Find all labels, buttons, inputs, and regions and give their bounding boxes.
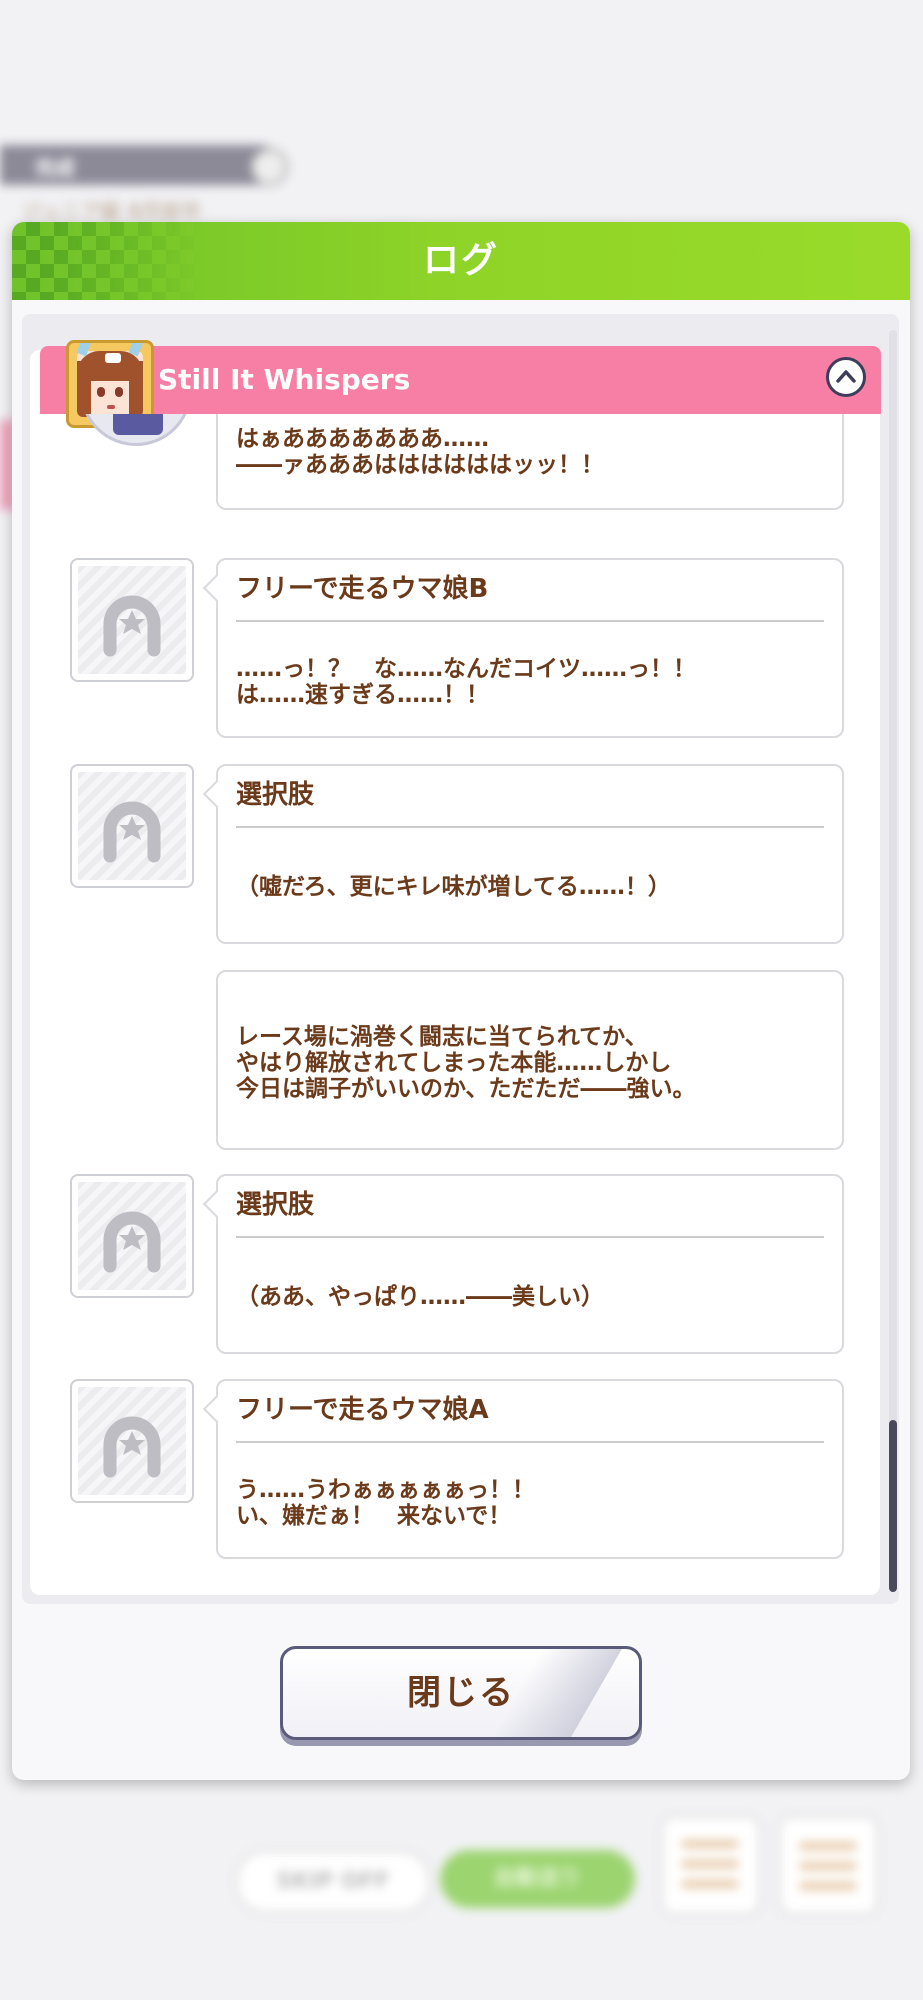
log-list[interactable]: はぁあああああああ…… ――ァあああははははははッッ！！ フリーで走るウマ娘B …	[40, 414, 881, 1594]
story-title: Still It Whispers	[158, 363, 411, 396]
log-entry: はぁあああああああ…… ――ァあああははははははッッ！！	[216, 414, 844, 510]
speaker-icon-box	[70, 558, 194, 682]
skip-button: SKIP OFF	[235, 1850, 431, 1914]
horseshoe-star-icon	[103, 801, 161, 863]
horseshoe-star-icon	[103, 595, 161, 657]
log-message: ……っ！？ な……なんだコイツ……っ！！ は……速すぎる……！！	[236, 656, 696, 708]
scrollbar[interactable]	[889, 330, 897, 1592]
auto-button: 自動送り	[440, 1850, 635, 1908]
log-message: レース場に渦巻く闘志に当てられてか、 やはり解放されてしまった本能……しかし 今…	[236, 1024, 696, 1102]
chevron-up-icon	[836, 370, 856, 383]
speaker-avatar	[80, 414, 192, 446]
log-entry: 選択肢 （嘘だろ、更にキレ味が増してる……！）	[202, 764, 844, 944]
collapse-button[interactable]	[826, 357, 866, 397]
log-button	[660, 1815, 761, 1916]
info-icon	[250, 148, 288, 186]
background-turn-label: ジュニア級 8月前半	[22, 199, 202, 223]
speaker-name: 選択肢	[236, 1190, 315, 1220]
log-entry: フリーで走るウマ娘A う……うわぁぁぁぁぁっ！！ い、嫌だぁ！ 来ないで！	[202, 1379, 844, 1559]
speaker-icon-box	[70, 1379, 194, 1503]
speaker-name: 選択肢	[236, 780, 315, 810]
scrollbar-thumb[interactable]	[889, 1420, 897, 1592]
horseshoe-star-icon	[103, 1416, 161, 1478]
log-message: はぁあああああああ…… ――ァあああははははははッッ！！	[236, 426, 604, 478]
log-message: （ああ、やっぱり……――美しい）	[236, 1284, 604, 1310]
dialog-title: ログ	[422, 240, 499, 281]
log-entry: レース場に渦巻く闘志に当てられてか、 やはり解放されてしまった本能……しかし 今…	[216, 970, 844, 1150]
speaker-name: フリーで走るウマ娘A	[236, 1395, 489, 1425]
close-button[interactable]: 閉じる	[280, 1646, 642, 1740]
menu-button	[778, 1815, 879, 1916]
horseshoe-star-icon	[103, 1211, 161, 1273]
log-entry: 選択肢 （ああ、やっぱり……――美しい）	[202, 1174, 844, 1354]
speaker-icon-box	[70, 1174, 194, 1298]
background-bar-label: 完成	[35, 156, 75, 180]
dialog-header: ログ	[12, 222, 910, 300]
log-message: （嘘だろ、更にキレ味が増してる……！）	[236, 874, 671, 900]
close-button-label: 閉じる	[407, 1673, 515, 1713]
speaker-icon-box	[70, 764, 194, 888]
speaker-name: フリーで走るウマ娘B	[236, 574, 489, 604]
log-entry: フリーで走るウマ娘B ……っ！？ な……なんだコイツ……っ！！ は……速すぎる……	[202, 558, 844, 738]
log-message: う……うわぁぁぁぁぁっ！！ い、嫌だぁ！ 来ないで！	[236, 1477, 535, 1529]
